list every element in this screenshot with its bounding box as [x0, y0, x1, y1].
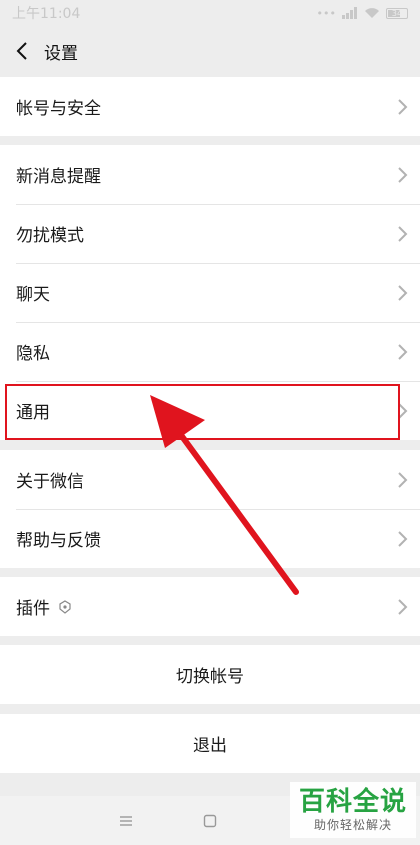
highlight-box — [5, 384, 400, 440]
chevron-right-icon — [398, 530, 408, 547]
settings-item-help-feedback[interactable]: 帮助与反馈 — [0, 509, 420, 568]
settings-item-account-security[interactable]: 帐号与安全 — [0, 77, 420, 136]
chevron-right-icon — [398, 166, 408, 183]
settings-item-chats[interactable]: 聊天 — [0, 263, 420, 322]
plugin-icon — [59, 599, 71, 614]
settings-item-label: 新消息提醒 — [16, 167, 101, 187]
chevron-right-icon — [398, 225, 408, 242]
settings-item-do-not-disturb[interactable]: 勿扰模式 — [0, 204, 420, 263]
back-button[interactable] — [2, 26, 42, 76]
battery-level: 34 — [391, 8, 403, 18]
chevron-right-icon — [398, 598, 408, 615]
chevron-right-icon — [398, 471, 408, 488]
logout-label: 退出 — [193, 736, 227, 756]
dots-icon: ••• — [316, 6, 336, 20]
status-time: 上午11:04 — [12, 6, 81, 22]
settings-item-privacy[interactable]: 隐私 — [0, 322, 420, 381]
settings-item-label: 聊天 — [16, 285, 50, 305]
group-logout: 退出 — [0, 714, 420, 773]
switch-account-button[interactable]: 切换帐号 — [0, 645, 420, 704]
group-plugins: 插件 — [0, 577, 420, 636]
menu-nav-button[interactable] — [114, 809, 138, 833]
home-nav-button[interactable] — [198, 809, 222, 833]
switch-account-label: 切换帐号 — [176, 667, 244, 687]
settings-item-label: 关于微信 — [16, 472, 84, 492]
group-about: 关于微信 帮助与反馈 — [0, 450, 420, 568]
watermark-subtitle: 助你轻松解决 — [313, 817, 392, 832]
chevron-left-icon — [16, 42, 27, 60]
settings-item-label: 勿扰模式 — [16, 226, 84, 246]
settings-item-label: 隐私 — [16, 344, 50, 364]
chevron-right-icon — [398, 284, 408, 301]
page-title: 设置 — [44, 43, 78, 64]
signal-icon — [342, 7, 357, 19]
status-icons: ••• 34 — [317, 7, 408, 20]
group-switch-account: 切换帐号 — [0, 645, 420, 704]
chevron-right-icon — [398, 343, 408, 360]
menu-icon — [120, 815, 132, 826]
settings-item-notifications[interactable]: 新消息提醒 — [0, 145, 420, 204]
home-square-icon — [203, 814, 217, 827]
settings-item-about[interactable]: 关于微信 — [0, 450, 420, 509]
settings-item-label: 插件 — [16, 599, 50, 619]
wifi-icon — [365, 8, 379, 18]
status-bar: 上午11:04 ••• 34 — [0, 0, 420, 26]
settings-item-label: 帮助与反馈 — [16, 531, 101, 551]
watermark-logo: 百科全说 助你轻松解决 — [290, 782, 416, 838]
battery-icon: 34 — [386, 7, 408, 19]
settings-item-plugins[interactable]: 插件 — [0, 577, 420, 636]
watermark-title: 百科全说 — [298, 786, 407, 817]
group-account: 帐号与安全 — [0, 77, 420, 136]
nav-bar: 设置 — [0, 26, 420, 76]
chevron-right-icon — [398, 98, 408, 115]
logout-button[interactable]: 退出 — [0, 714, 420, 773]
settings-item-label: 帐号与安全 — [16, 99, 101, 119]
